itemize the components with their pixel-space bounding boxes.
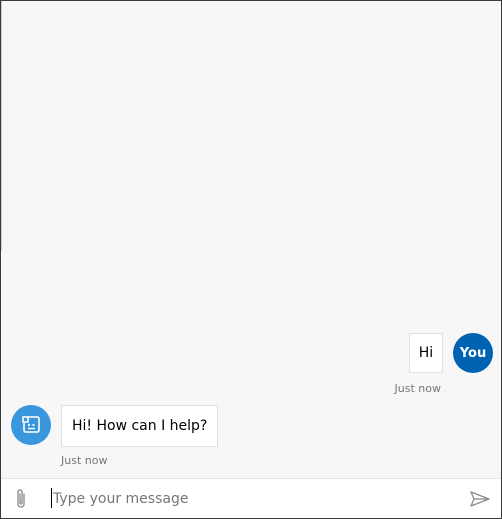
user-message-text: Hi bbox=[418, 345, 434, 361]
user-message-activity: Hi You bbox=[409, 333, 493, 373]
user-message-timestamp: Just now bbox=[394, 382, 441, 395]
bot-message-activity: Hi! How can I help? bbox=[11, 405, 219, 447]
user-avatar-initials: You bbox=[459, 345, 487, 361]
text-caret bbox=[51, 488, 52, 508]
send-icon bbox=[469, 490, 491, 508]
chat-transcript[interactable]: Hi You Just now Hi! How can I help? Just… bbox=[1, 1, 501, 477]
paperclip-icon bbox=[14, 488, 28, 510]
user-message-bubble: Hi bbox=[409, 333, 443, 373]
message-input[interactable] bbox=[51, 485, 451, 513]
user-avatar: You bbox=[453, 333, 493, 373]
bot-message-timestamp: Just now bbox=[61, 454, 108, 467]
send-button[interactable] bbox=[467, 487, 493, 511]
chat-widget: Hi You Just now Hi! How can I help? Just… bbox=[0, 0, 502, 519]
bot-message-bubble: Hi! How can I help? bbox=[61, 405, 219, 447]
attach-button[interactable] bbox=[9, 487, 33, 511]
send-box bbox=[1, 478, 501, 518]
bot-icon bbox=[21, 415, 41, 435]
bot-message-text: Hi! How can I help? bbox=[72, 418, 208, 434]
bot-avatar bbox=[11, 405, 51, 445]
